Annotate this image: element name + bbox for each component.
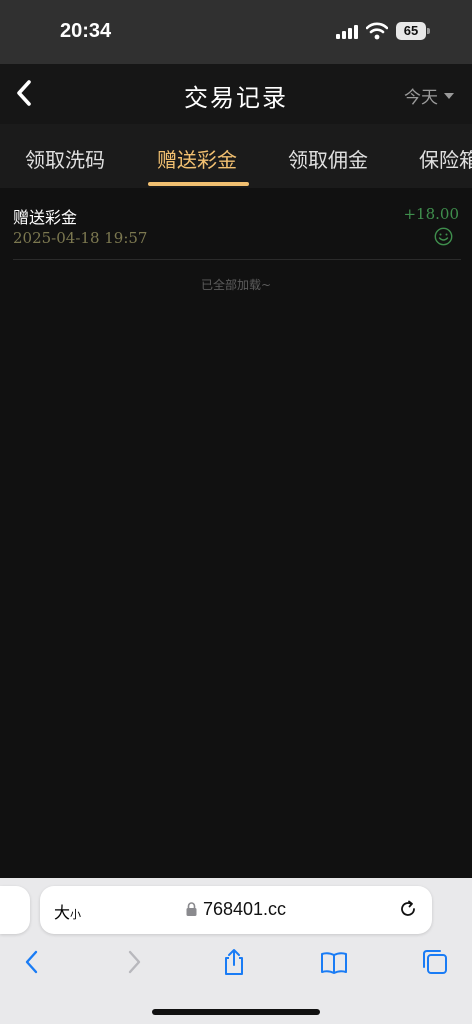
record-datetime: 2025-04-18 19:57 — [13, 229, 148, 247]
tab-safe-box[interactable]: 保险箱 — [419, 144, 472, 173]
battery-level: 65 — [396, 22, 426, 40]
url-text: 768401.cc — [202, 899, 287, 919]
lock-icon — [186, 902, 197, 916]
forward-icon[interactable] — [120, 948, 148, 976]
period-dropdown[interactable]: 今天 — [404, 83, 454, 108]
browser-toolbar: 大小 768401.cc — [0, 878, 472, 1024]
wifi-icon — [366, 22, 388, 40]
status-time: 20:34 — [60, 20, 112, 42]
tab-commission[interactable]: 领取佣金 — [288, 144, 368, 173]
address-bar[interactable]: 大小 768401.cc — [40, 886, 432, 934]
smile-icon — [434, 227, 453, 246]
reload-icon[interactable] — [398, 899, 418, 919]
bookmarks-icon[interactable] — [320, 948, 348, 976]
battery-icon: 65 — [396, 22, 430, 40]
active-tab-indicator — [148, 182, 249, 186]
tab-wash-code[interactable]: 领取洗码 — [25, 144, 105, 173]
period-label: 今天 — [404, 88, 438, 108]
previous-tab-peek[interactable] — [0, 886, 30, 934]
nav-header: 交易记录 今天 — [0, 64, 472, 124]
list-end-text: 已全部加载~ — [200, 278, 272, 292]
record-title: 赠送彩金 — [13, 208, 78, 227]
record-amount: +18.00 — [403, 205, 459, 223]
page-title: 交易记录 — [184, 84, 288, 112]
url-display[interactable]: 768401.cc — [40, 899, 432, 920]
tab-gift-bonus[interactable]: 赠送彩金 — [157, 144, 237, 173]
signal-icon — [336, 25, 358, 39]
share-icon[interactable] — [220, 948, 248, 976]
list-item[interactable]: 赠送彩金 2025-04-18 19:57 +18.00 — [13, 196, 461, 260]
status-bar: 20:34 65 — [0, 0, 472, 64]
home-indicator[interactable] — [152, 1009, 320, 1015]
tab-bar: 领取洗码 赠送彩金 领取佣金 保险箱 — [0, 124, 472, 188]
tabs-icon[interactable] — [421, 948, 449, 976]
back-icon[interactable] — [18, 948, 46, 976]
caret-down-icon — [444, 92, 454, 99]
